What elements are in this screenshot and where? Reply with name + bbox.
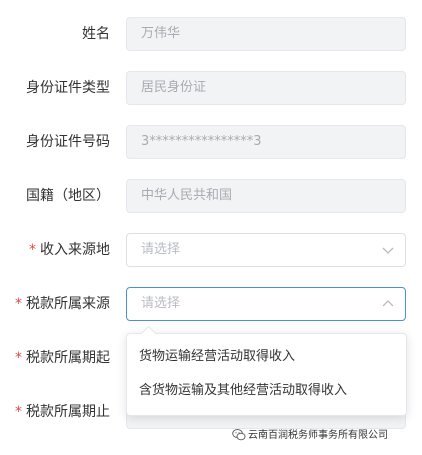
name-field: 万伟华 xyxy=(126,17,406,51)
id-number-field: 3****************3 xyxy=(126,125,406,159)
id-type-row: 身份证件类型 居民身份证 xyxy=(0,71,422,105)
id-type-label: 身份证件类型 xyxy=(26,80,110,96)
chevron-down-icon xyxy=(382,247,394,254)
nationality-label: 国籍（地区） xyxy=(26,188,110,204)
tax-source-label: * 税款所属来源 xyxy=(15,287,110,321)
name-row: 姓名 万伟华 xyxy=(0,17,422,51)
tax-period-end-label: * 税款所属期止 xyxy=(15,395,110,429)
tax-source-dropdown: 货物运输经营活动取得收入 含货物运输及其他经营活动取得收入 xyxy=(126,325,407,416)
id-number-value: 3****************3 xyxy=(141,134,262,149)
id-type-value: 居民身份证 xyxy=(141,80,207,95)
id-number-row: 身份证件号码 3****************3 xyxy=(0,125,422,159)
dropdown-option[interactable]: 货物运输经营活动取得收入 xyxy=(127,340,406,374)
income-source-label-text: 收入来源地 xyxy=(40,242,110,258)
required-mark: * xyxy=(15,296,22,312)
id-type-field: 居民身份证 xyxy=(126,71,406,105)
income-source-select[interactable]: 请选择 xyxy=(126,233,406,267)
name-value: 万伟华 xyxy=(141,26,181,41)
nationality-value: 中华人民共和国 xyxy=(141,188,233,203)
dropdown-option[interactable]: 含货物运输及其他经营活动取得收入 xyxy=(127,374,406,408)
tax-source-placeholder: 请选择 xyxy=(141,296,181,311)
nationality-row: 国籍（地区） 中华人民共和国 xyxy=(0,179,422,213)
name-label: 姓名 xyxy=(82,26,110,42)
income-source-label: * 收入来源地 xyxy=(29,233,110,267)
required-mark: * xyxy=(29,242,36,258)
id-number-label: 身份证件号码 xyxy=(26,134,110,150)
income-source-placeholder: 请选择 xyxy=(141,242,181,257)
required-mark: * xyxy=(15,350,22,366)
required-mark: * xyxy=(15,404,22,420)
tax-period-start-label-text: 税款所属期起 xyxy=(26,350,110,366)
watermark-text: 云南百润税务师事务所有限公司 xyxy=(248,430,388,441)
tax-source-row: * 税款所属来源 请选择 xyxy=(0,287,422,321)
wechat-icon xyxy=(232,429,246,441)
income-source-row: * 收入来源地 请选择 xyxy=(0,233,422,267)
chevron-up-icon xyxy=(382,300,394,307)
tax-period-start-label: * 税款所属期起 xyxy=(15,341,110,375)
tax-source-label-text: 税款所属来源 xyxy=(26,296,110,312)
dropdown-arrow xyxy=(140,325,157,342)
tax-source-select[interactable]: 请选择 xyxy=(126,287,406,321)
tax-period-end-label-text: 税款所属期止 xyxy=(26,404,110,420)
nationality-field: 中华人民共和国 xyxy=(126,179,406,213)
